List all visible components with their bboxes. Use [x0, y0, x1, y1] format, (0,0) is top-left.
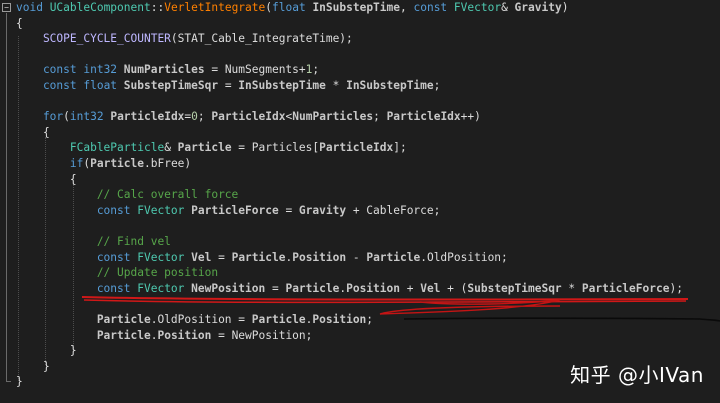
black-underline-stroke — [403, 317, 720, 322]
pen-annotations — [81, 296, 720, 322]
watermark: 知乎 @小IVan — [570, 363, 704, 387]
red-underline-stroke — [81, 296, 689, 301]
code-editor[interactable]: − void UCableComponent::VerletIntegrate(… — [0, 0, 720, 403]
